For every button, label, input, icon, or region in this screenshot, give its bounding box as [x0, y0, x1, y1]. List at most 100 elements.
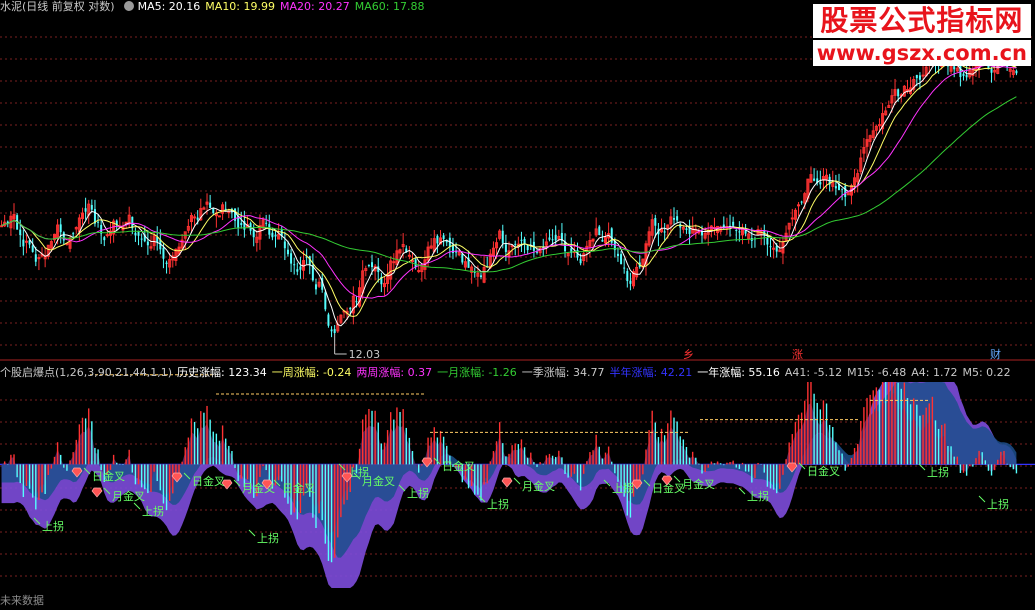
candle-body — [915, 74, 918, 79]
candle-body — [140, 238, 143, 240]
candle-body — [371, 262, 374, 268]
signal-label-7: 上拐 — [257, 531, 279, 545]
diamond-icon — [501, 477, 513, 488]
month-gain: 一月涨幅: -1.26 — [437, 366, 517, 379]
candle-body — [240, 222, 243, 226]
signal-label-10: 月金叉 — [362, 474, 395, 488]
candle-body — [330, 329, 333, 332]
quarter-gain: 一季涨幅: 34.77 — [521, 366, 605, 379]
candle-body — [598, 226, 601, 236]
candle-body — [134, 232, 137, 236]
signal-label-18: 上拐 — [747, 489, 769, 503]
candle-body — [290, 253, 293, 264]
security-title[interactable]: 水泥(日线 前复权 对数) — [0, 0, 115, 13]
stock-chart[interactable]: 12.03 乡涨财上拐日金叉月金叉上拐日金叉月金叉上拐日金叉上拐月金叉上拐日金叉上… — [0, 0, 1035, 607]
candle-body — [84, 208, 87, 212]
signal-arrow-icon — [133, 502, 141, 510]
price-panel-header: 水泥(日线 前复权 对数) MA5: 20.16 MA10: 19.99 MA20: … — [0, 0, 429, 14]
candle-body — [844, 185, 847, 198]
candle-body — [217, 215, 221, 218]
m15-value: M15: -6.48 — [847, 366, 907, 379]
ma5-line — [1, 58, 1017, 327]
candle-body — [526, 244, 529, 251]
candle-body — [407, 254, 411, 257]
ma60-value: MA60: 17.88 — [354, 0, 425, 13]
indicator-name[interactable]: 个股启爆点(1,26,3,90,21,44,1,1) — [0, 366, 172, 379]
candle-body — [626, 271, 629, 282]
signal-arrow-icon — [248, 529, 256, 537]
signal-arrow-icon — [978, 495, 986, 503]
diamond-icon — [91, 487, 103, 498]
candle-body — [965, 74, 968, 78]
future-data-label[interactable]: 未来数据 — [0, 592, 44, 608]
candle-body — [324, 292, 327, 310]
candle-body — [685, 228, 688, 231]
candle-body — [790, 217, 794, 220]
watermark-url: www.gszx.com.cn — [812, 40, 1031, 66]
candle-body — [1015, 70, 1018, 74]
candle-body — [548, 237, 551, 240]
candle-body — [265, 222, 268, 224]
site-watermark: 股票公式指标网 www.gszx.com.cn — [812, 4, 1031, 66]
candle-body — [819, 182, 822, 185]
candle-body — [34, 254, 37, 262]
ma10-line — [1, 61, 1017, 318]
signal-arrow-icon — [513, 477, 521, 485]
candle-body — [442, 235, 445, 240]
indicator-panel-header: 个股启爆点(1,26,3,90,21,44,1,1) 历史涨幅: 123.34 一周… — [0, 366, 1016, 380]
signal-label-20: 上拐 — [927, 465, 949, 479]
candle-body — [601, 239, 604, 242]
candle-body — [410, 260, 414, 263]
settings-dot-icon[interactable] — [123, 1, 134, 11]
signal-label-21: 上拐 — [987, 497, 1009, 511]
candle-body — [918, 75, 921, 80]
signal-label-12: 日金叉 — [442, 459, 475, 473]
candle-body — [514, 243, 517, 245]
candle-body — [629, 280, 632, 284]
candle-body — [479, 275, 482, 278]
candle-body — [105, 234, 109, 237]
candle-body — [461, 253, 464, 263]
candle-body — [72, 233, 75, 235]
candle-body — [274, 234, 277, 237]
candle-body — [579, 258, 582, 264]
two-week-gain: 两周涨幅: 0.37 — [356, 366, 433, 379]
candle-body — [367, 265, 370, 267]
candle-body — [797, 204, 801, 207]
candle-body — [227, 211, 231, 214]
a41-value: A41: -5.12 — [784, 366, 843, 379]
signal-label-5: 日金叉 — [192, 474, 225, 488]
candle-body — [766, 237, 769, 245]
candle-body — [672, 218, 675, 220]
candle-body — [663, 231, 666, 233]
event-marker-3: 财 — [990, 347, 1001, 361]
year-gain: 一年涨幅: 55.16 — [697, 366, 780, 379]
candle-body — [501, 230, 504, 244]
candle-body — [436, 235, 439, 244]
candle-body — [738, 231, 741, 233]
low-price-label: 12.03 — [349, 348, 381, 361]
signal-label-14: 月金叉 — [522, 479, 555, 493]
signal-label-11: 上拐 — [407, 486, 429, 500]
history-gain: 历史涨幅: 123.34 — [177, 366, 267, 379]
signal-label-4: 上拐 — [142, 504, 164, 518]
candle-body — [349, 307, 352, 310]
candle-body — [897, 89, 900, 97]
candle-body — [732, 221, 735, 226]
candle-body — [355, 301, 358, 303]
candle-body — [22, 239, 25, 247]
candle-body — [271, 232, 274, 238]
candle-body — [735, 230, 738, 232]
signal-label-15: 上拐 — [612, 481, 634, 495]
ma20-value: MA20: 20.27 — [280, 0, 350, 13]
candle-body — [455, 251, 458, 253]
candle-body — [19, 229, 22, 236]
event-marker-1: 乡 — [683, 348, 694, 361]
candle-body — [146, 241, 149, 246]
candle-body — [990, 69, 993, 73]
candle-body — [327, 314, 330, 326]
signal-label-1: 上拐 — [42, 519, 64, 533]
candle-body — [97, 221, 100, 223]
signal-label-13: 上拐 — [487, 497, 509, 511]
candle-body — [165, 262, 168, 264]
